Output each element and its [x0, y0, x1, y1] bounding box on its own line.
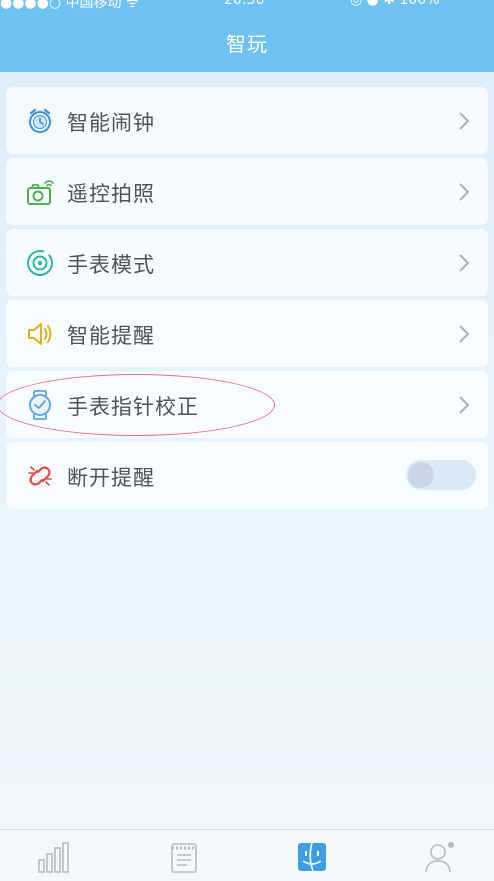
- watch-icon: [29, 390, 51, 420]
- remote-camera-icon: [27, 180, 54, 205]
- nav-header: ●●●●○ 中国移动 ᯤ 20:36 ◎ ● ✱ 100% 智玩: [0, 0, 494, 72]
- chevron-right-icon: [459, 112, 470, 130]
- menu-item-remote-photo[interactable]: 遥控拍照: [6, 158, 488, 225]
- notepad-icon[interactable]: [166, 840, 202, 874]
- menu-item-label: 智能提醒: [67, 324, 155, 348]
- menu-item-label: 断开提醒: [67, 466, 155, 490]
- bar-chart-icon[interactable]: [36, 840, 72, 874]
- finder-face-icon[interactable]: [294, 840, 330, 874]
- menu-item-label: 手表模式: [67, 253, 155, 277]
- watch-mode-icon: [27, 250, 53, 276]
- chevron-right-icon: [459, 325, 470, 343]
- clock-label: 20:36: [224, 0, 265, 8]
- menu-item-label: 手表指针校正: [67, 395, 199, 419]
- chevron-right-icon: [459, 396, 470, 414]
- menu-item-alarm[interactable]: 智能闹钟: [6, 87, 488, 154]
- tab-bar: [0, 829, 494, 881]
- menu-item-smart-reminder[interactable]: 智能提醒: [6, 300, 488, 367]
- chevron-right-icon: [459, 254, 470, 272]
- chevron-right-icon: [459, 183, 470, 201]
- menu-item-label: 智能闹钟: [67, 111, 155, 135]
- toggle-knob: [408, 462, 434, 488]
- person-icon[interactable]: [422, 840, 458, 874]
- feature-list: 智能闹钟 遥控拍照 手表模式 智能提醒 手表指针校正 断开提醒: [6, 87, 488, 513]
- broken-link-icon: [28, 466, 52, 486]
- menu-item-label: 遥控拍照: [67, 182, 155, 206]
- battery-label: ◎ ● ✱ 100%: [350, 0, 440, 8]
- status-bar: ●●●●○ 中国移动 ᯤ 20:36 ◎ ● ✱ 100%: [0, 0, 494, 11]
- menu-item-disconnect-reminder: 断开提醒: [6, 442, 488, 509]
- disconnect-reminder-toggle[interactable]: [406, 460, 476, 490]
- carrier-label: ●●●●○ 中国移动 ᯤ: [0, 0, 139, 11]
- menu-item-watch-mode[interactable]: 手表模式: [6, 229, 488, 296]
- menu-item-watch-hand-calibration[interactable]: 手表指针校正: [6, 371, 488, 438]
- alarm-clock-icon: [29, 108, 51, 133]
- page-title: 智玩: [226, 32, 268, 56]
- speaker-icon: [28, 323, 52, 345]
